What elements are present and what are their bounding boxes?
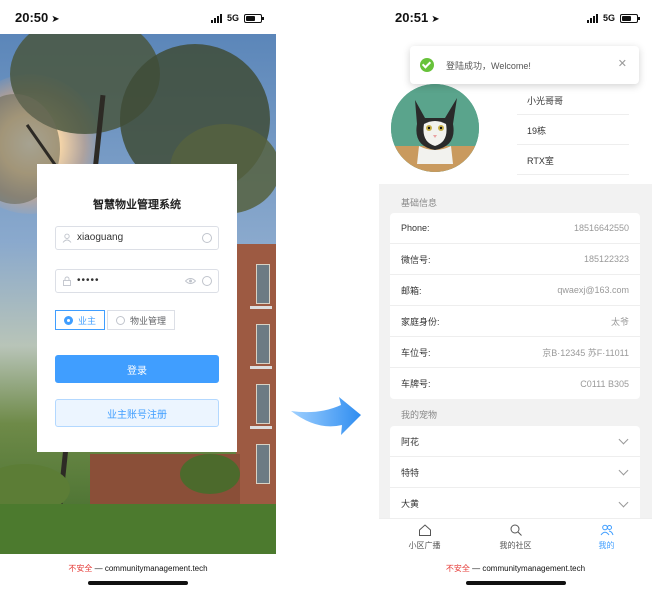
user-group-icon bbox=[600, 524, 613, 535]
url-text: 不安全 — communitymanagement.tech bbox=[445, 564, 586, 573]
network-type: 5G bbox=[602, 13, 615, 23]
status-bar: 20:51 ➤ 5G bbox=[379, 0, 652, 34]
info-row-email[interactable]: 邮箱: qwaexj@163.com bbox=[390, 275, 640, 306]
bottom-tab-bar: 小区广播 我的社区 我的 bbox=[379, 518, 652, 554]
home-icon bbox=[418, 523, 431, 536]
location-arrow-icon: ➤ bbox=[51, 14, 60, 25]
role-owner-radio[interactable]: 业主 bbox=[55, 310, 106, 330]
tab-broadcast[interactable]: 小区广播 bbox=[379, 519, 470, 554]
apartment-building bbox=[236, 244, 276, 514]
chevron-down-icon bbox=[618, 497, 629, 507]
app-content: 小光哥哥 19栋 RTX室 基础信息 Phone: 18516642550 微信号… bbox=[379, 34, 652, 554]
user-icon bbox=[62, 233, 72, 243]
pet-row[interactable]: 阿花 bbox=[390, 426, 640, 457]
chevron-down-icon bbox=[618, 465, 629, 476]
info-row-phone[interactable]: Phone: 18516642550 bbox=[390, 213, 640, 244]
login-card: 智慧物业管理系统 xiaoguang ••••• 业主 物业管理 登录 业主账号… bbox=[37, 164, 237, 452]
role-manager-radio[interactable]: 物业管理 bbox=[107, 310, 176, 330]
login-screen: 20:50 ➤ 5G 智慧物业管理系统 xiaoguang ••••• 业主 物… bbox=[0, 0, 276, 591]
validation-icon bbox=[202, 276, 212, 286]
basic-info-card: Phone: 18516642550 微信号: 185122323 邮箱: qwaex… bbox=[390, 213, 640, 399]
tab-mine[interactable]: 我的 bbox=[561, 519, 652, 554]
battery-icon bbox=[620, 13, 640, 23]
login-button[interactable]: 登录 bbox=[55, 355, 219, 383]
password-value: ••••• bbox=[77, 275, 100, 286]
role-radio-group: 业主 物业管理 bbox=[55, 310, 176, 330]
info-row-parking[interactable]: 车位号: 京B·12345 苏F·11011 bbox=[390, 337, 640, 368]
close-icon[interactable]: ✕ bbox=[618, 57, 627, 70]
profile-building: 19栋 bbox=[527, 126, 547, 136]
battery-icon bbox=[244, 13, 264, 23]
toast-message: 登陆成功，Welcome! bbox=[446, 60, 531, 71]
validation-icon bbox=[202, 233, 212, 243]
status-bar: 20:50 ➤ 5G bbox=[0, 0, 276, 34]
profile-name: 小光哥哥 bbox=[527, 96, 564, 106]
radio-dot-icon bbox=[64, 315, 73, 325]
radio-dot-icon bbox=[116, 315, 126, 325]
browser-url-bar[interactable]: 不安全 — communitymanagement.tech bbox=[379, 554, 652, 591]
profile-screen: 20:51 ➤ 5G 小光哥哥 19栋 RTX室 基础信息 Phone: 185… bbox=[379, 0, 652, 591]
home-indicator[interactable] bbox=[88, 581, 188, 585]
pets-section-title: 我的宠物 bbox=[401, 410, 438, 420]
password-input[interactable]: ••••• bbox=[55, 269, 219, 293]
signal-icon bbox=[586, 13, 598, 23]
basic-info-section-title: 基础信息 bbox=[401, 198, 438, 208]
username-value: xiaoguang bbox=[77, 232, 124, 243]
info-row-plate[interactable]: 车牌号: C0111 B305 bbox=[390, 368, 640, 399]
pet-row[interactable]: 大黄 bbox=[390, 488, 640, 519]
success-toast: 登陆成功，Welcome! ✕ bbox=[410, 46, 639, 84]
eye-icon[interactable] bbox=[185, 276, 196, 286]
info-row-wechat[interactable]: 微信号: 185122323 bbox=[390, 244, 640, 275]
system-title: 智慧物业管理系统 bbox=[93, 199, 181, 211]
location-arrow-icon: ➤ bbox=[431, 14, 440, 25]
pets-card: 阿花 特特 大黄 bbox=[390, 426, 640, 526]
register-button[interactable]: 业主账号注册 bbox=[55, 399, 219, 427]
username-input[interactable]: xiaoguang bbox=[55, 226, 219, 250]
browser-url-bar[interactable]: 不安全 — communitymanagement.tech bbox=[0, 554, 276, 591]
lock-icon bbox=[63, 276, 71, 286]
role-label: 业主 bbox=[78, 315, 97, 326]
chevron-down-icon bbox=[618, 434, 629, 445]
status-time: 20:50 ➤ bbox=[15, 10, 60, 25]
signal-icon bbox=[210, 13, 222, 23]
search-icon bbox=[510, 524, 522, 536]
avatar[interactable] bbox=[391, 84, 479, 172]
cat-avatar-image bbox=[391, 84, 479, 172]
tab-community[interactable]: 我的社区 bbox=[470, 519, 561, 554]
role-label: 物业管理 bbox=[130, 315, 167, 326]
transition-arrow-icon bbox=[291, 397, 361, 435]
home-indicator[interactable] bbox=[465, 581, 566, 585]
check-circle-icon bbox=[420, 58, 434, 72]
pet-row[interactable]: 特特 bbox=[390, 457, 640, 488]
status-time: 20:51 ➤ bbox=[395, 10, 440, 25]
network-type: 5G bbox=[226, 13, 239, 23]
info-row-family-role[interactable]: 家庭身份: 太爷 bbox=[390, 306, 640, 337]
profile-room: RTX室 bbox=[527, 156, 554, 166]
url-text: 不安全 — communitymanagement.tech bbox=[68, 564, 208, 573]
